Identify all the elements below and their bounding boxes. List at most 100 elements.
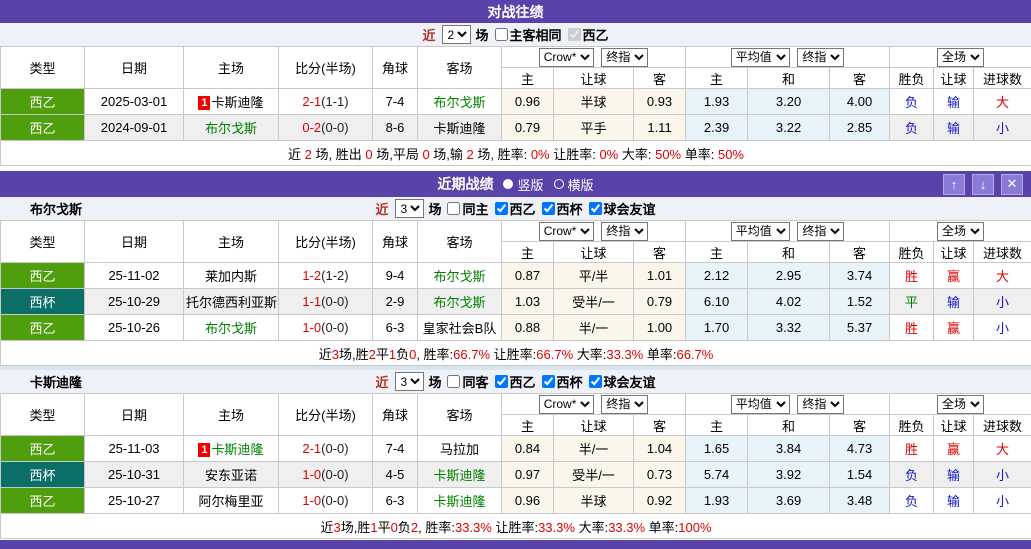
col-type: 类型 bbox=[1, 221, 85, 263]
result-handicap: 输 bbox=[934, 89, 974, 115]
fulltime-score: 1-1 bbox=[302, 294, 321, 309]
close-button[interactable]: ✕ bbox=[1001, 174, 1023, 195]
laliga2-checkbox[interactable] bbox=[495, 375, 508, 388]
filter-league-laliga2[interactable]: 西乙 bbox=[495, 372, 536, 391]
result-handicap: 输 bbox=[934, 462, 974, 488]
filter-friendly[interactable]: 球会友谊 bbox=[589, 199, 656, 218]
subcol-avg-draw: 和 bbox=[748, 415, 830, 436]
up-arrow-icon: ↑ bbox=[951, 177, 958, 192]
avg-kind-select[interactable]: 终指 bbox=[797, 395, 844, 414]
filter-label: 西杯 bbox=[557, 199, 583, 218]
odds-source-select[interactable]: Crow* bbox=[539, 48, 594, 67]
away-team-cell: 布尔戈斯 bbox=[418, 263, 502, 289]
away-team: 布尔戈斯 bbox=[433, 95, 485, 110]
odds-source-select[interactable]: Crow* bbox=[539, 222, 594, 241]
view-option-vertical[interactable]: 竖版 bbox=[503, 175, 543, 194]
avg-source-select[interactable]: 平均值 bbox=[731, 395, 790, 414]
odds-kind-select[interactable]: 终指 bbox=[601, 222, 648, 241]
odds-handicap: 半球 bbox=[554, 488, 634, 514]
subcol-avg-draw: 和 bbox=[748, 242, 830, 263]
subcol-handicap-result: 让球 bbox=[934, 415, 974, 436]
friendly-checkbox[interactable] bbox=[589, 375, 602, 388]
filter-label: 西乙 bbox=[510, 372, 536, 391]
result-wdl: 平 bbox=[890, 289, 934, 315]
score-cell: 1-2(1-2) bbox=[279, 263, 373, 289]
filter-copa[interactable]: 西杯 bbox=[542, 372, 583, 391]
radio-selected-icon bbox=[503, 179, 513, 189]
avg-kind-select[interactable]: 终指 bbox=[797, 222, 844, 241]
subcol-odds-handicap: 让球 bbox=[554, 68, 634, 89]
odds-kind-select[interactable]: 终指 bbox=[601, 48, 648, 67]
away-team: 布尔戈斯 bbox=[433, 269, 485, 284]
same-away-checkbox[interactable] bbox=[447, 375, 460, 388]
filter-same-home[interactable]: 同主 bbox=[447, 199, 488, 218]
away-team-cell: 马拉加 bbox=[418, 436, 502, 462]
laliga2-checkbox[interactable] bbox=[568, 28, 581, 41]
result-goals: 小 bbox=[974, 115, 1031, 141]
castellon-summary: 近3场,胜1平0负2, 胜率:33.3% 让胜率:33.3% 大率:33.3% … bbox=[1, 514, 1031, 539]
odds-kind-select[interactable]: 终指 bbox=[601, 395, 648, 414]
avg-away-odds: 3.48 bbox=[830, 488, 890, 514]
move-up-button[interactable]: ↑ bbox=[943, 174, 965, 195]
avg-source-select[interactable]: 平均值 bbox=[731, 48, 790, 67]
filter-league-laliga2[interactable]: 西乙 bbox=[495, 199, 536, 218]
burgos-recent-count-select[interactable]: 3 bbox=[395, 199, 424, 218]
filter-league-laliga2[interactable]: 西乙 bbox=[568, 25, 609, 44]
home-team: 莱加内斯 bbox=[205, 269, 257, 284]
home-team-cell: 布尔戈斯 bbox=[184, 115, 279, 141]
friendly-checkbox[interactable] bbox=[589, 202, 602, 215]
odds-handicap: 受半/一 bbox=[554, 289, 634, 315]
castellon-recent-count-select[interactable]: 3 bbox=[395, 372, 424, 391]
filter-same-away[interactable]: 同客 bbox=[447, 372, 488, 391]
fulltime-score: 0-2 bbox=[302, 120, 321, 135]
halftime-score: (0-0) bbox=[321, 120, 348, 135]
copa-checkbox[interactable] bbox=[542, 202, 555, 215]
scope-select[interactable]: 全场 bbox=[937, 48, 984, 67]
move-down-button[interactable]: ↓ bbox=[972, 174, 994, 195]
h2h-recent-count-select[interactable]: 2 bbox=[442, 25, 471, 44]
avg-away-odds: 4.73 bbox=[830, 436, 890, 462]
avg-draw-odds: 3.22 bbox=[748, 115, 830, 141]
subcol-avg-draw: 和 bbox=[748, 68, 830, 89]
avg-home-odds: 1.93 bbox=[686, 488, 748, 514]
away-team-cell: 卡斯迪隆 bbox=[418, 115, 502, 141]
corner-score: 6-3 bbox=[373, 488, 418, 514]
recent-title-bar: 近期战绩 竖版 横版 ↑ ↓ ✕ bbox=[0, 171, 1031, 197]
result-wdl: 胜 bbox=[890, 436, 934, 462]
odds-home: 0.88 bbox=[502, 315, 554, 341]
avg-draw-odds: 3.92 bbox=[748, 462, 830, 488]
games-label: 场 bbox=[475, 25, 488, 44]
corner-score: 4-5 bbox=[373, 462, 418, 488]
same-home-checkbox[interactable] bbox=[447, 202, 460, 215]
avg-source-select[interactable]: 平均值 bbox=[731, 222, 790, 241]
result-goals: 大 bbox=[974, 263, 1031, 289]
away-team: 马拉加 bbox=[440, 442, 479, 457]
scope-group-header: 全场 bbox=[890, 221, 1031, 242]
copa-checkbox[interactable] bbox=[542, 375, 555, 388]
avg-draw-odds: 3.20 bbox=[748, 89, 830, 115]
filter-same-matchup[interactable]: 主客相同 bbox=[495, 25, 562, 44]
scope-select[interactable]: 全场 bbox=[937, 222, 984, 241]
home-team-cell: 布尔戈斯 bbox=[184, 315, 279, 341]
laliga2-checkbox[interactable] bbox=[495, 202, 508, 215]
odds-away: 1.00 bbox=[634, 315, 686, 341]
filter-label: 球会友谊 bbox=[604, 199, 656, 218]
home-team-cell: 莱加内斯 bbox=[184, 263, 279, 289]
odds-source-select[interactable]: Crow* bbox=[539, 395, 594, 414]
view-option-horizontal[interactable]: 横版 bbox=[554, 175, 594, 194]
fulltime-score: 2-1 bbox=[302, 94, 321, 109]
filter-friendly[interactable]: 球会友谊 bbox=[589, 372, 656, 391]
subcol-odds-away: 客 bbox=[634, 242, 686, 263]
filter-copa[interactable]: 西杯 bbox=[542, 199, 583, 218]
league-type-badge: 西乙 bbox=[1, 115, 85, 141]
result-goals: 小 bbox=[974, 462, 1031, 488]
col-date: 日期 bbox=[85, 394, 184, 436]
near-label: 近 bbox=[422, 25, 435, 44]
same-matchup-checkbox[interactable] bbox=[495, 28, 508, 41]
team-name: 布尔戈斯 bbox=[30, 199, 82, 218]
scope-select[interactable]: 全场 bbox=[937, 395, 984, 414]
result-goals: 小 bbox=[974, 315, 1031, 341]
table-row: 西乙 25-10-27 阿尔梅里亚 1-0(0-0) 6-3 卡斯迪隆 0.96… bbox=[1, 488, 1031, 514]
filter-label: 同主 bbox=[462, 199, 488, 218]
avg-kind-select[interactable]: 终指 bbox=[797, 48, 844, 67]
